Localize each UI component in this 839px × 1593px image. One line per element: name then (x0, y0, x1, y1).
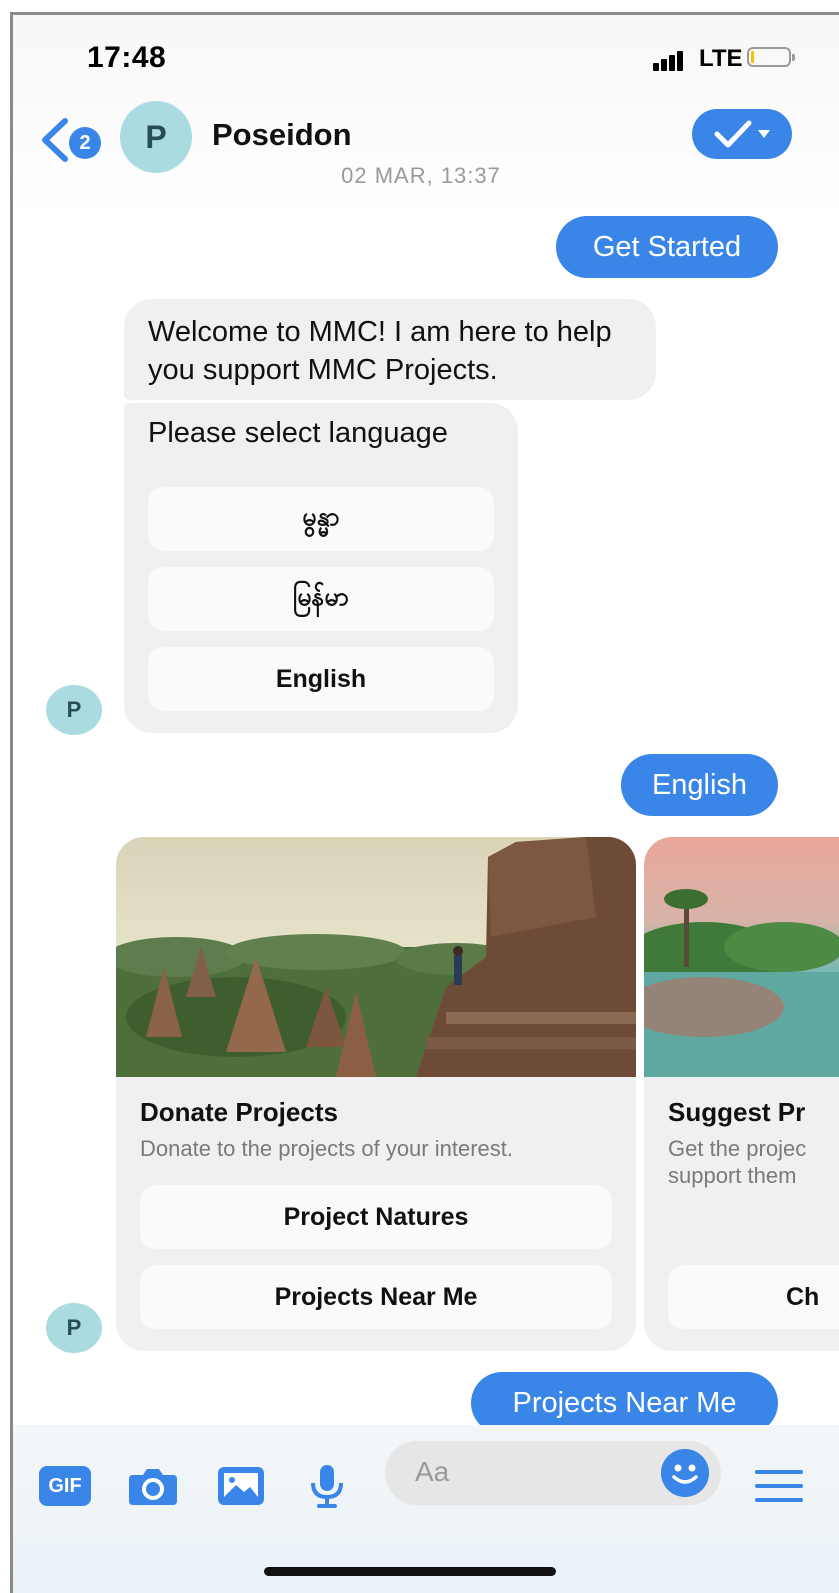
card-title: Suggest Pr (668, 1097, 806, 1127)
battery-icon (747, 47, 795, 67)
card-action-button[interactable]: Ch (668, 1265, 839, 1329)
message-input-placeholder: Aa (415, 1456, 450, 1487)
image-icon[interactable] (213, 1463, 269, 1509)
language-selector-card: Please select language မွန္မာ မြန်မာ Eng… (124, 403, 518, 733)
checkmark-icon (714, 120, 752, 148)
unread-badge[interactable]: 2 (69, 127, 101, 159)
language-option-unicode[interactable]: မြန်မာ (148, 567, 494, 631)
message-input[interactable]: Aa (385, 1441, 721, 1505)
back-chevron-icon[interactable] (39, 117, 71, 163)
card-subtitle: Donate to the projects of your interest. (140, 1136, 513, 1161)
card-image-bagan-temples (116, 837, 636, 1077)
menu-icon[interactable] (751, 1463, 807, 1509)
emoji-icon[interactable] (661, 1449, 709, 1497)
carousel-card-donate: Donate Projects Donate to the projects o… (116, 837, 636, 1351)
chevron-down-icon (758, 130, 770, 138)
sender-avatar: P (46, 685, 102, 735)
sender-avatar: P (46, 1303, 102, 1353)
card-subtitle-line1: Get the projec (668, 1136, 807, 1161)
incoming-message-welcome: Welcome to MMC! I am here to help you su… (124, 299, 656, 400)
language-option-zawgyi[interactable]: မွန္မာ (148, 487, 494, 551)
message-timestamp: 02 MAR, 13:37 (341, 163, 501, 188)
card-image-lake (644, 837, 839, 1077)
language-option-english[interactable]: English (148, 647, 494, 711)
card-subtitle-line2: support them (668, 1163, 797, 1188)
network-label: LTE (699, 45, 743, 72)
phone-screen: 17:48 LTE 2 P Poseidon 02 MAR, 13:37 Get… (10, 12, 839, 1593)
outgoing-message-english: English (621, 754, 778, 816)
status-dropdown-button[interactable] (692, 109, 792, 159)
signal-icon (653, 49, 691, 71)
projects-near-me-button[interactable]: Projects Near Me (140, 1265, 612, 1329)
microphone-icon[interactable] (299, 1463, 355, 1509)
project-natures-button[interactable]: Project Natures (140, 1185, 612, 1249)
contact-name[interactable]: Poseidon (212, 117, 352, 153)
carousel-card-suggest: Suggest Pr Get the projec support them C… (644, 837, 839, 1351)
language-prompt: Please select language (148, 417, 448, 449)
status-time: 17:48 (87, 41, 167, 74)
gif-icon[interactable]: GIF (37, 1463, 93, 1509)
outgoing-message-get-started: Get Started (556, 216, 778, 278)
camera-icon[interactable] (125, 1463, 181, 1509)
card-title: Donate Projects (140, 1097, 338, 1127)
home-indicator[interactable] (264, 1567, 556, 1576)
